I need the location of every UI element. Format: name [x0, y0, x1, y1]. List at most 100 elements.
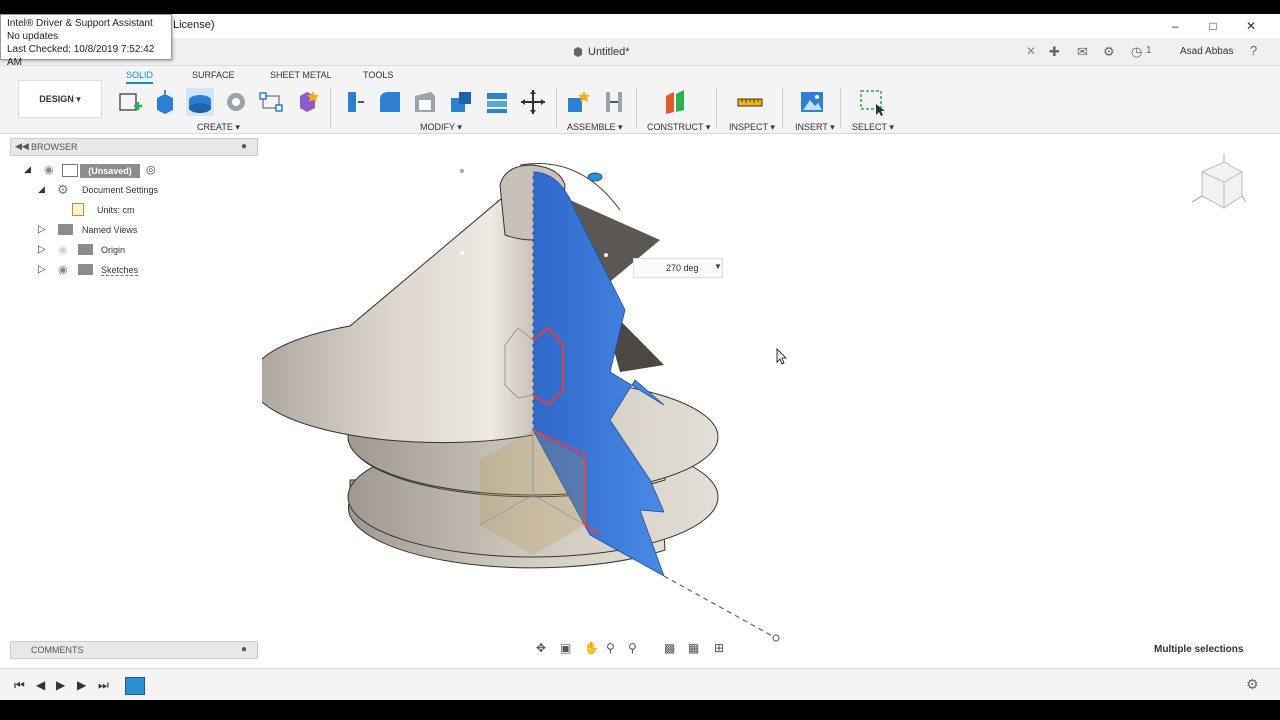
intel-notification[interactable]: Intel® Driver & Support Assistant No upd… [0, 14, 172, 68]
comments-title: COMMENTS [31, 645, 84, 655]
expand-arrow-icon[interactable]: ◢ [24, 164, 31, 175]
visibility-icon[interactable]: ◉ [44, 163, 54, 176]
orbit-icon[interactable]: ✥ [536, 641, 546, 655]
insert-menu[interactable]: INSERT ▾ [795, 122, 835, 133]
assemble-menu[interactable]: ASSEMBLE ▾ [567, 122, 623, 133]
insert-image-icon[interactable] [798, 88, 826, 116]
create-sketch-icon[interactable] [116, 88, 144, 116]
play-icon[interactable]: ▶ [56, 678, 65, 692]
grid-icon[interactable]: ▦ [688, 641, 699, 655]
component-icon [62, 164, 78, 177]
step-back-icon[interactable]: ◀ [36, 678, 45, 692]
construct-menu[interactable]: CONSTRUCT ▾ [647, 122, 710, 133]
model-view[interactable] [249, 136, 1280, 666]
visibility-icon[interactable]: ◉ [58, 263, 68, 276]
gear-icon: ⚙ [57, 182, 69, 197]
tree-units[interactable]: Units: cm [0, 202, 260, 220]
comments-panel-header[interactable]: COMMENTS ● [10, 641, 258, 659]
folder-icon [78, 264, 93, 275]
tab-solid[interactable]: SOLID [126, 70, 154, 84]
tree-sketches[interactable]: ▷ ◉ Sketches [0, 262, 260, 280]
history-icon[interactable]: ◷ [1131, 44, 1142, 60]
form-icon[interactable] [293, 88, 321, 116]
expand-arrow-icon[interactable]: ▷ [38, 244, 46, 255]
new-tab-icon[interactable]: ✚ [1049, 44, 1060, 60]
tree-root[interactable]: ◢ ◉ (Unsaved) ◎ [0, 162, 260, 180]
browser-panel-header[interactable]: ◀◀ BROWSER ● [10, 138, 258, 156]
revolve-icon[interactable] [186, 88, 214, 116]
expand-arrow-icon[interactable]: ▷ [38, 224, 46, 235]
pin-icon[interactable]: ● [241, 141, 247, 152]
tree-item-unsaved[interactable]: (Unsaved) [80, 164, 140, 178]
workspace-switcher[interactable]: DESIGN ▾ [18, 80, 102, 118]
viewports-icon[interactable]: ⊞ [714, 641, 724, 655]
loft-icon[interactable] [257, 88, 285, 116]
select-window-icon[interactable] [858, 88, 886, 116]
expand-arrow-icon[interactable]: ▷ [38, 264, 46, 275]
combine-icon[interactable] [447, 88, 475, 116]
press-pull-icon[interactable] [340, 88, 368, 116]
navigation-bar: ✥ ▣ ✋ ⚲ ⚲ ▩ ▦ ⊞ [530, 638, 740, 660]
activate-icon[interactable]: ◎ [146, 163, 156, 176]
move-icon[interactable] [519, 88, 547, 116]
expand-arrow-icon[interactable]: ◢ [38, 184, 45, 195]
close-tab-icon[interactable]: ✕ [1026, 44, 1036, 58]
create-menu[interactable]: CREATE ▾ [197, 122, 240, 133]
timeline-feature-sketch[interactable] [125, 677, 145, 695]
browser-title: BROWSER [31, 142, 78, 152]
tab-sheet-metal[interactable]: SHEET METAL [270, 70, 332, 80]
fusion-window: License) – □ ✕ Untitled* ✕ ✚ ✉ ⚙ ◷ 1 Asa… [0, 14, 1280, 700]
angle-input[interactable]: 270 deg ▼ [633, 258, 723, 278]
tree-origin[interactable]: ▷ ◉ Origin [0, 242, 260, 260]
tab-surface[interactable]: SURFACE [192, 70, 235, 80]
zoom-icon[interactable]: ⚲ [606, 641, 615, 655]
select-menu[interactable]: SELECT ▾ [852, 122, 894, 133]
shell-icon[interactable] [411, 88, 439, 116]
visibility-off-icon[interactable]: ◉ [58, 243, 68, 256]
document-tab[interactable]: Untitled* ✕ [560, 38, 1045, 66]
add-comment-icon[interactable]: ● [241, 644, 247, 655]
step-forward-icon[interactable]: ▶ [77, 678, 86, 692]
user-name[interactable]: Asad Abbas [1180, 46, 1233, 57]
selection-status: Multiple selections [1154, 644, 1244, 655]
minimize-icon[interactable]: – [1160, 16, 1190, 36]
chevron-down-icon[interactable]: ▼ [714, 262, 722, 271]
go-to-start-icon[interactable]: ⏮ [14, 678, 25, 693]
offset-plane-icon[interactable] [662, 88, 690, 116]
view-cube[interactable] [1186, 152, 1246, 222]
fit-icon[interactable]: ⚲ [628, 641, 637, 655]
sweep-icon[interactable] [222, 88, 250, 116]
tree-document-settings[interactable]: ◢ ⚙ Document Settings [0, 182, 260, 200]
maximize-icon[interactable]: □ [1198, 16, 1228, 36]
go-to-end-icon[interactable]: ⏭ [98, 678, 109, 693]
notification-title: Intel® Driver & Support Assistant [7, 18, 153, 29]
close-window-icon[interactable]: ✕ [1236, 16, 1266, 36]
joint-icon[interactable] [600, 88, 628, 116]
settings-gear-icon[interactable]: ⚙ [1246, 676, 1259, 693]
collapse-left-icon[interactable]: ◀◀ [15, 141, 29, 152]
notifications-icon[interactable]: ✉ [1077, 44, 1088, 60]
document-icon [574, 47, 582, 57]
ribbon-separator [636, 88, 637, 128]
split-body-icon[interactable] [483, 88, 511, 116]
extrude-icon[interactable] [151, 88, 179, 116]
job-status-icon[interactable]: ⚙ [1103, 44, 1115, 60]
measure-icon[interactable] [736, 88, 764, 116]
document-bar: Untitled* ✕ ✚ ✉ ⚙ ◷ 1 Asad Abbas ? [0, 38, 1280, 66]
pan-icon[interactable]: ✋ [584, 641, 599, 655]
toolbar-ribbon: DESIGN ▾ SOLID SURFACE SHEET METAL TOOLS [0, 66, 1280, 134]
inspect-menu[interactable]: INSPECT ▾ [729, 122, 775, 133]
canvas-viewport[interactable] [249, 136, 1280, 666]
display-settings-icon[interactable]: ▩ [664, 641, 675, 655]
look-at-icon[interactable]: ▣ [560, 641, 571, 655]
angle-value[interactable]: 270 deg [666, 263, 699, 273]
jobs-count: 1 [1146, 45, 1152, 56]
ribbon-separator [716, 88, 717, 128]
folder-icon [58, 224, 73, 235]
fillet-icon[interactable] [376, 88, 404, 116]
new-component-icon[interactable] [564, 88, 592, 116]
tree-named-views[interactable]: ▷ Named Views [0, 222, 260, 240]
tab-tools[interactable]: TOOLS [363, 70, 393, 80]
help-icon[interactable]: ? [1250, 43, 1257, 58]
modify-menu[interactable]: MODIFY ▾ [420, 122, 462, 133]
